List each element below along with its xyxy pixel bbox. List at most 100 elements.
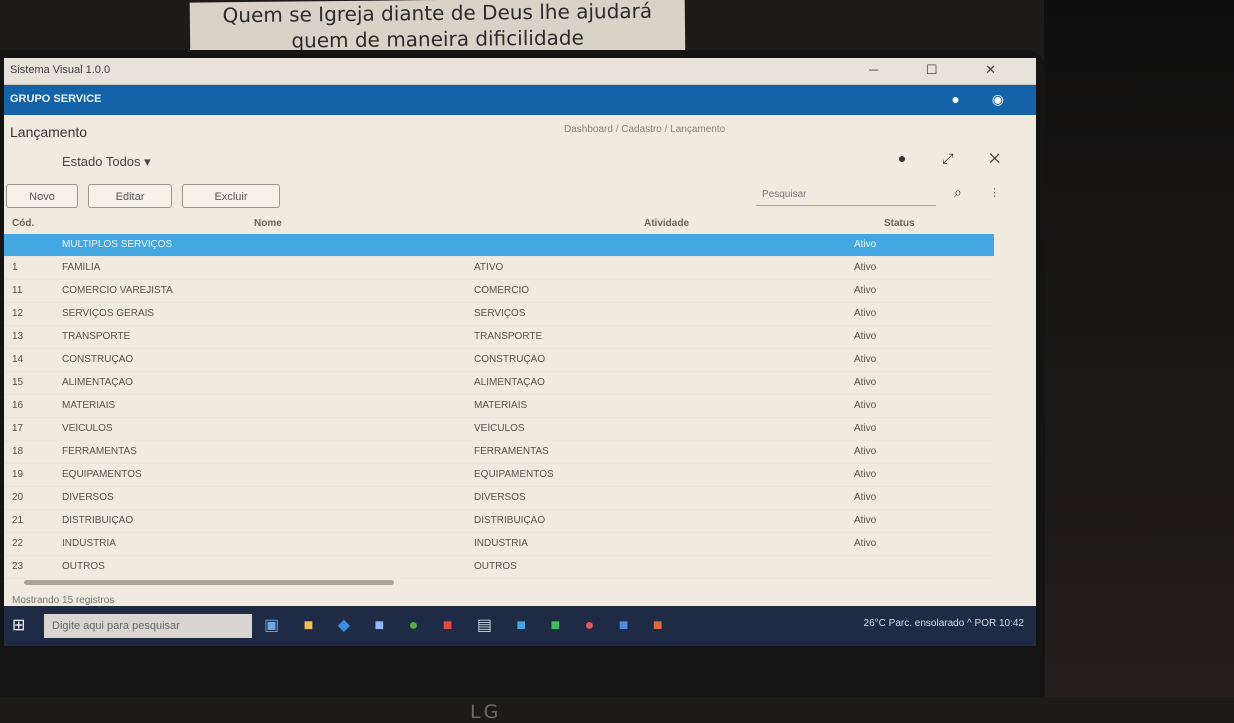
close-icon[interactable]: ✕ bbox=[985, 62, 1018, 77]
row-code: 13 bbox=[12, 331, 24, 342]
window-titlebar: Sistema Visual 1.0.0 ─ ☐ ✕ bbox=[4, 58, 1036, 85]
row-status: Ativo bbox=[854, 469, 877, 480]
page-header: Lançamento Dashboard / Cadastro / Lançam… bbox=[4, 118, 1036, 144]
file-explorer-icon[interactable]: ■ bbox=[304, 617, 324, 634]
filter-row: Estado Todos ▾ ● ⤢ ✕ bbox=[4, 150, 1036, 176]
window-title: Sistema Visual 1.0.0 bbox=[10, 64, 111, 76]
close-panel-icon[interactable]: ✕ bbox=[989, 150, 1016, 166]
status-filter-dropdown[interactable]: Estado Todos ▾ bbox=[62, 154, 151, 170]
table-row[interactable]: 17 VEÍCULOS VEÍCULOS Ativo bbox=[4, 418, 994, 441]
weather-icon[interactable]: ■ bbox=[653, 617, 673, 634]
row-code: 22 bbox=[12, 538, 24, 549]
dot-icon[interactable]: ● bbox=[898, 150, 922, 166]
app-brand[interactable]: GRUPO SERVICE bbox=[10, 93, 102, 105]
search-icon[interactable]: ⌕ bbox=[954, 184, 962, 201]
table-row[interactable]: 16 MATERIAIS MATERIAIS Ativo bbox=[4, 395, 994, 418]
table-row[interactable]: 13 TRANSPORTE TRANSPORTE Ativo bbox=[4, 326, 994, 349]
table-row[interactable]: 14 CONSTRUÇÃO CONSTRUÇÃO Ativo bbox=[4, 349, 994, 372]
row-code: 16 bbox=[12, 400, 24, 411]
maximize-icon[interactable]: ☐ bbox=[926, 62, 960, 77]
row-status: Ativo bbox=[854, 354, 877, 365]
user-icon[interactable]: ◉ bbox=[992, 91, 1018, 107]
task-view-icon[interactable]: ▣ bbox=[264, 617, 289, 634]
row-status: Ativo bbox=[854, 308, 877, 319]
row-activity: OUTROS bbox=[474, 561, 517, 572]
horizontal-scrollbar[interactable] bbox=[24, 580, 394, 585]
app-red-icon[interactable]: ■ bbox=[443, 617, 463, 634]
search-input[interactable]: Pesquisar bbox=[756, 184, 936, 206]
table-row[interactable]: MULTIPLOS SERVIÇOS Ativo bbox=[4, 234, 994, 257]
table-row[interactable]: 21 DISTRIBUIÇÃO DISTRIBUIÇÃO Ativo bbox=[4, 510, 994, 533]
windows-start-icon[interactable]: ⊞ bbox=[12, 616, 32, 636]
table-row[interactable]: 22 INDÚSTRIA INDÚSTRIA Ativo bbox=[4, 533, 994, 556]
table-body: MULTIPLOS SERVIÇOS Ativo 1 FAMÍLIA ATIVO Ati… bbox=[4, 234, 994, 579]
background-wall bbox=[1044, 0, 1234, 697]
system-tray[interactable]: 26°C Parc. ensolarado ^ POR 10:42 bbox=[864, 618, 1024, 629]
col-header-code[interactable]: Cód. bbox=[12, 218, 34, 229]
nav-icons: ● ◉ bbox=[951, 91, 1018, 108]
row-code: 18 bbox=[12, 446, 24, 457]
row-code: 12 bbox=[12, 308, 24, 319]
row-name: EQUIPAMENTOS bbox=[62, 469, 142, 480]
row-code: 14 bbox=[12, 354, 24, 365]
screen: Sistema Visual 1.0.0 ─ ☐ ✕ GRUPO SERVICE… bbox=[4, 58, 1036, 646]
row-activity: DISTRIBUIÇÃO bbox=[474, 515, 546, 526]
row-activity: EQUIPAMENTOS bbox=[474, 469, 554, 480]
edit-button[interactable]: Editar bbox=[88, 184, 172, 208]
page-title: Lançamento bbox=[10, 124, 88, 140]
app-blue2-icon[interactable]: ■ bbox=[619, 617, 639, 634]
table-row[interactable]: 23 OUTROS OUTROS bbox=[4, 556, 994, 579]
table-row[interactable]: 20 DIVERSOS DIVERSOS Ativo bbox=[4, 487, 994, 510]
row-activity: SERVIÇOS bbox=[474, 308, 526, 319]
row-code: 11 bbox=[12, 285, 23, 296]
app-green-icon[interactable]: ■ bbox=[551, 617, 571, 634]
row-activity: DIVERSOS bbox=[474, 492, 526, 503]
table-row[interactable]: 19 EQUIPAMENTOS EQUIPAMENTOS Ativo bbox=[4, 464, 994, 487]
row-status: Ativo bbox=[854, 239, 877, 250]
app-window-icon[interactable]: ▤ bbox=[477, 617, 502, 634]
row-name: DISTRIBUIÇÃO bbox=[62, 515, 134, 526]
row-name: DIVERSOS bbox=[62, 492, 114, 503]
row-code: 23 bbox=[12, 561, 24, 572]
table-row[interactable]: 12 SERVIÇOS GERAIS SERVIÇOS Ativo bbox=[4, 303, 994, 326]
table-row[interactable]: 18 FERRAMENTAS FERRAMENTAS Ativo bbox=[4, 441, 994, 464]
col-header-activity[interactable]: Atividade bbox=[644, 218, 689, 229]
col-header-status[interactable]: Status bbox=[884, 218, 915, 229]
taskbar-apps: ▣ ■ ◆ ■ ● ■ ▤ ■ ■ ● ■ ■ bbox=[264, 615, 673, 635]
row-status: Ativo bbox=[854, 446, 877, 457]
row-code: 17 bbox=[12, 423, 24, 434]
settings-icon[interactable]: ⋮ bbox=[989, 186, 1000, 199]
col-header-name[interactable]: Nome bbox=[254, 218, 282, 229]
row-activity: ATIVO bbox=[474, 262, 504, 273]
row-name: SERVIÇOS GERAIS bbox=[62, 308, 155, 319]
row-name: TRANSPORTE bbox=[62, 331, 131, 342]
breadcrumb[interactable]: Dashboard / Cadastro / Lançamento bbox=[564, 124, 725, 135]
row-status: Ativo bbox=[854, 285, 877, 296]
monitor-brand-logo: LG bbox=[470, 701, 502, 723]
app-blue-icon[interactable]: ■ bbox=[516, 617, 536, 634]
record-count: Mostrando 15 registros bbox=[12, 595, 115, 606]
taskbar-search-input[interactable]: Digite aqui para pesquisar bbox=[44, 614, 252, 638]
row-status: Ativo bbox=[854, 262, 877, 273]
row-status: Ativo bbox=[854, 538, 877, 549]
row-activity: ALIMENTAÇÃO bbox=[474, 377, 545, 388]
expand-icon[interactable]: ⤢ bbox=[942, 150, 969, 166]
delete-button[interactable]: Excluir bbox=[182, 184, 280, 208]
table-header: Cód. Nome Atividade Status bbox=[4, 216, 994, 234]
window-controls[interactable]: ─ ☐ ✕ bbox=[869, 62, 1018, 78]
app-pink-icon[interactable]: ● bbox=[585, 617, 605, 634]
row-status: Ativo bbox=[854, 492, 877, 503]
minimize-icon[interactable]: ─ bbox=[869, 62, 900, 77]
new-button[interactable]: Novo bbox=[6, 184, 78, 208]
row-status: Ativo bbox=[854, 400, 877, 411]
table-row[interactable]: 15 ALIMENTAÇÃO ALIMENTAÇÃO Ativo bbox=[4, 372, 994, 395]
row-name: CONSTRUÇÃO bbox=[62, 354, 134, 365]
row-name: COMÉRCIO VAREJISTA bbox=[62, 285, 173, 296]
table-row[interactable]: 1 FAMÍLIA ATIVO Ativo bbox=[4, 257, 994, 280]
store-icon[interactable]: ■ bbox=[374, 617, 394, 634]
bell-icon[interactable]: ● bbox=[951, 91, 973, 107]
row-activity: INDÚSTRIA bbox=[474, 538, 528, 549]
table-row[interactable]: 11 COMÉRCIO VAREJISTA COMÉRCIO Ativo bbox=[4, 280, 994, 303]
chrome-icon[interactable]: ● bbox=[409, 617, 429, 634]
edge-icon[interactable]: ◆ bbox=[338, 617, 360, 634]
